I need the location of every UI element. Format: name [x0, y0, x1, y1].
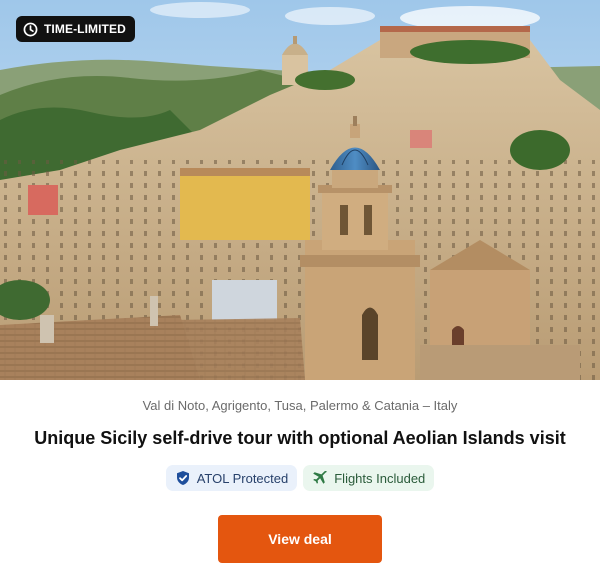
deal-location: Val di Noto, Agrigento, Tusa, Palermo & …	[142, 398, 458, 413]
flights-included-tag: Flights Included	[303, 465, 435, 491]
shield-check-icon	[175, 470, 191, 486]
atol-protected-tag: ATOL Protected	[165, 465, 298, 491]
hero-image[interactable]: TIME-LIMITED	[0, 0, 600, 380]
airplane-icon	[312, 470, 328, 486]
view-deal-button[interactable]: View deal	[218, 515, 382, 563]
hillside-town-image	[0, 0, 600, 380]
atol-tag-label: ATOL Protected	[196, 470, 289, 486]
deal-title[interactable]: Unique Sicily self-drive tour with optio…	[0, 428, 600, 449]
deal-tags: ATOL Protected Flights Included	[0, 465, 600, 491]
flights-tag-label: Flights Included	[334, 470, 426, 486]
badge-label: TIME-LIMITED	[44, 22, 126, 36]
deal-card[interactable]: TIME-LIMITED Val di Noto, Agrigento, Tus…	[0, 0, 600, 587]
time-limited-badge: TIME-LIMITED	[16, 16, 135, 42]
clock-icon	[23, 22, 38, 37]
